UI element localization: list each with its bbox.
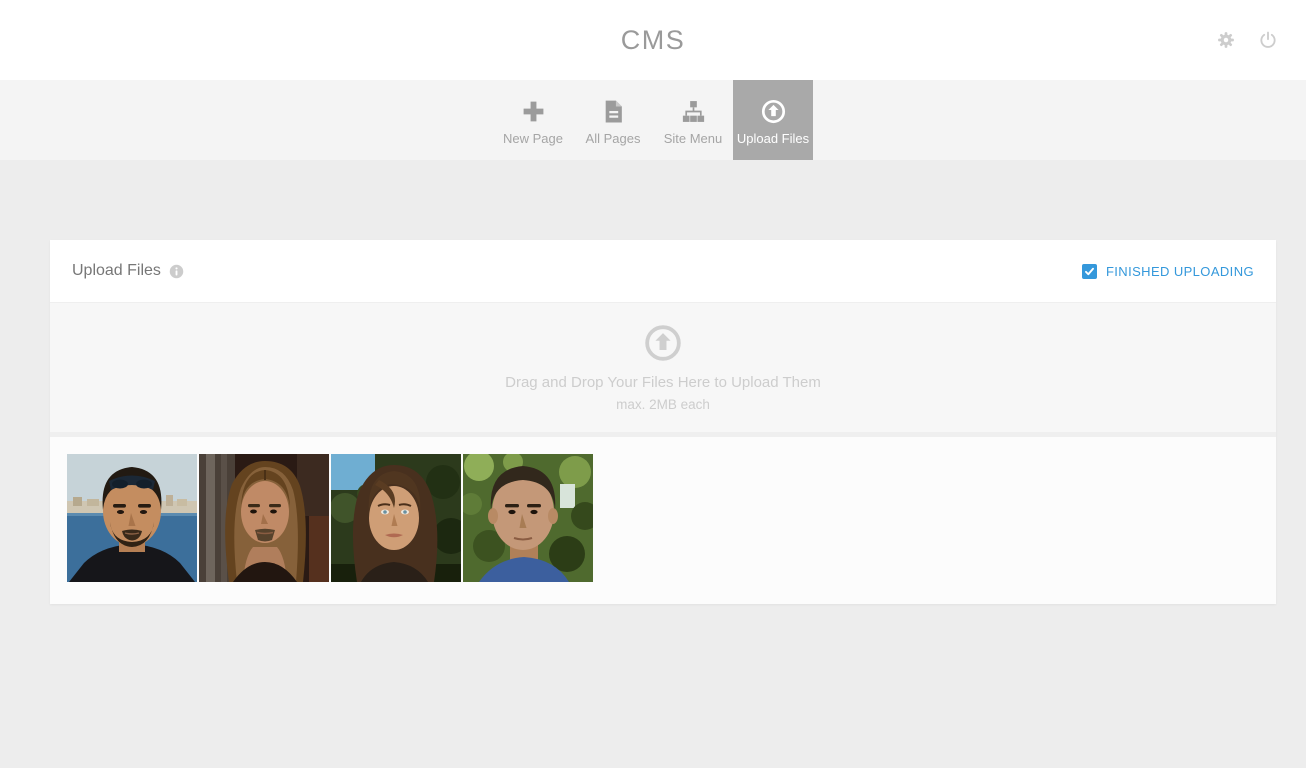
thumbnail-portrait-man-sunglasses-sea[interactable]: [67, 454, 197, 582]
nav-item-all-pages[interactable]: All Pages: [573, 80, 653, 160]
upload-arrow-icon: [644, 324, 682, 362]
nav-label: Upload Files: [737, 131, 809, 146]
upload-circle-icon: [761, 99, 786, 124]
nav-label: All Pages: [586, 131, 641, 146]
app-header: CMS: [0, 0, 1306, 80]
uploaded-files-list: [50, 437, 1276, 604]
nav-label: New Page: [503, 131, 563, 146]
finished-uploading-button[interactable]: FINISHED UPLOADING: [1082, 264, 1254, 279]
power-icon[interactable]: [1258, 30, 1278, 50]
photo-man-sunglasses: [67, 454, 197, 582]
nav-label: Site Menu: [664, 131, 723, 146]
photo-man-short-hair: [463, 454, 593, 582]
main-nav: New Page All Pages Site Menu Upload File…: [0, 80, 1306, 160]
finished-uploading-checkbox[interactable]: [1082, 264, 1097, 279]
nav-item-new-page[interactable]: New Page: [493, 80, 573, 160]
photo-man-long-hair: [199, 454, 329, 582]
info-icon[interactable]: [169, 264, 184, 279]
app-title: CMS: [621, 25, 686, 56]
dropzone-size-limit: max. 2MB each: [616, 397, 710, 412]
dropzone-instruction: Drag and Drop Your Files Here to Upload …: [505, 374, 821, 391]
header-actions: [1216, 0, 1278, 80]
upload-files-panel: Upload Files FINISHED UPLOADING Dra: [50, 240, 1276, 604]
photo-woman: [331, 454, 461, 582]
file-dropzone[interactable]: Drag and Drop Your Files Here to Upload …: [50, 302, 1276, 437]
thumbnail-portrait-man-foliage[interactable]: [463, 454, 593, 582]
pages-icon: [601, 99, 626, 124]
panel-header: Upload Files FINISHED UPLOADING: [50, 240, 1276, 302]
settings-gear-icon[interactable]: [1216, 30, 1236, 50]
nav-item-site-menu[interactable]: Site Menu: [653, 80, 733, 160]
finished-uploading-label: FINISHED UPLOADING: [1106, 264, 1254, 279]
panel-title: Upload Files: [72, 262, 161, 280]
thumbnail-portrait-man-long-hair[interactable]: [199, 454, 329, 582]
thumbnail-portrait-woman-trees[interactable]: [331, 454, 461, 582]
sitemap-icon: [681, 99, 706, 124]
nav-item-upload-files[interactable]: Upload Files: [733, 80, 813, 160]
plus-icon: [521, 99, 546, 124]
